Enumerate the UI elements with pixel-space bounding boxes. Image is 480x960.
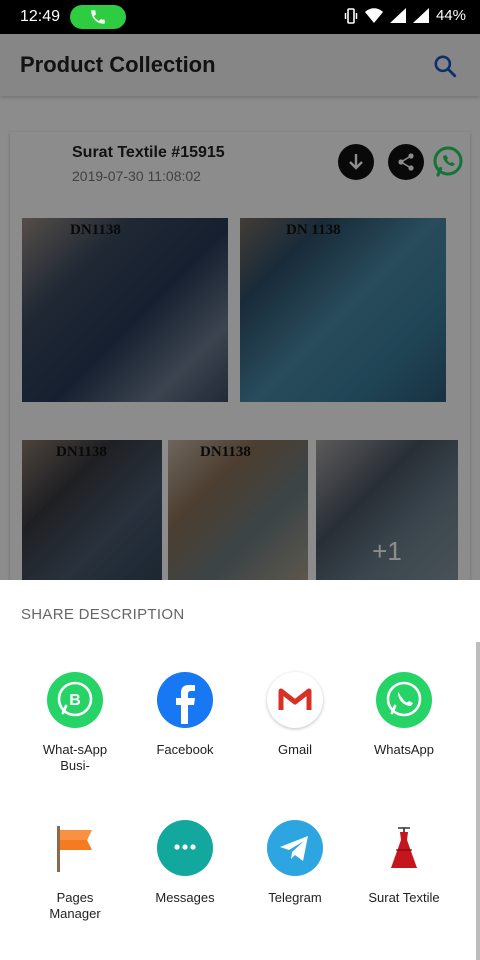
share-sheet: SHARE DESCRIPTION B What-sApp Busi- Face… — [0, 580, 480, 960]
share-target-label: What-sApp Busi- — [42, 742, 108, 773]
battery-percent: 44% — [435, 7, 466, 24]
share-target-pages-manager[interactable]: Pages Manager — [15, 820, 135, 922]
share-target-label: Facebook — [156, 742, 214, 757]
whatsapp-icon — [376, 672, 432, 728]
whatsapp-business-icon: B — [47, 672, 103, 728]
surat-textile-icon — [376, 820, 432, 876]
pages-manager-icon — [47, 820, 103, 876]
ongoing-call-indicator[interactable] — [70, 5, 126, 29]
share-target-label: Pages Manager — [49, 890, 101, 921]
status-time: 12:49 — [20, 8, 61, 25]
share-target-facebook[interactable]: Facebook — [125, 672, 245, 758]
scrollbar[interactable] — [476, 642, 480, 960]
share-target-label: Telegram — [268, 890, 322, 905]
share-target-whatsapp-business[interactable]: B What-sApp Busi- — [15, 672, 135, 774]
messages-icon — [157, 820, 213, 876]
telegram-icon — [267, 820, 323, 876]
phone-icon — [91, 10, 105, 24]
share-target-label: Surat Textile — [368, 890, 440, 905]
modal-scrim[interactable] — [0, 34, 480, 580]
share-target-whatsapp[interactable]: WhatsApp — [344, 672, 464, 758]
share-target-messages[interactable]: Messages — [125, 820, 245, 906]
signal-2-icon — [412, 8, 429, 23]
share-target-label: Gmail — [278, 742, 312, 757]
status-bar: 12:49 44% — [0, 0, 480, 34]
share-target-label: Messages — [155, 890, 215, 905]
svg-text:B: B — [69, 692, 81, 709]
share-target-label: WhatsApp — [374, 742, 434, 757]
share-target-telegram[interactable]: Telegram — [235, 820, 355, 906]
gmail-icon — [267, 672, 323, 728]
signal-icon — [389, 8, 406, 23]
facebook-icon — [157, 672, 213, 728]
share-sheet-title: SHARE DESCRIPTION — [21, 606, 185, 623]
vibrate-icon — [344, 7, 358, 24]
share-target-surat-textile[interactable]: Surat Textile — [344, 820, 464, 906]
share-target-gmail[interactable]: Gmail — [235, 672, 355, 758]
wifi-icon — [364, 8, 383, 23]
